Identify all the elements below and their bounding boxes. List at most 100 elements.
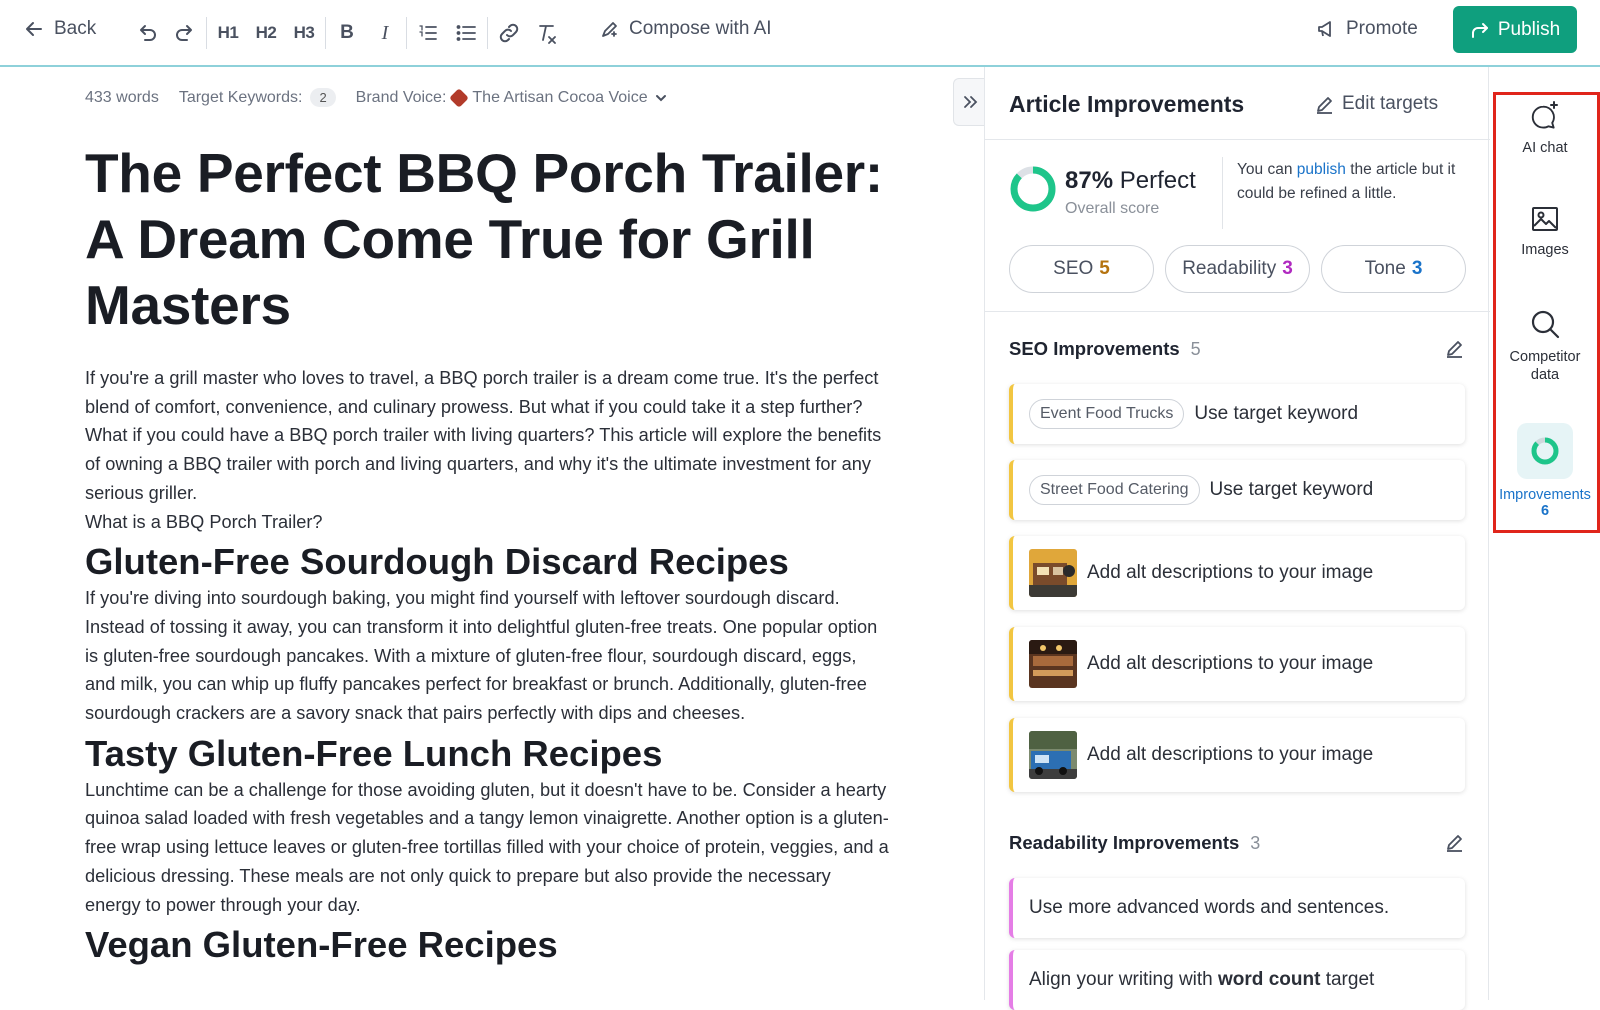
- overall-score: 87% Perfect: [1065, 167, 1196, 195]
- collapse-panel-button[interactable]: [953, 78, 985, 126]
- promote-label: Promote: [1346, 18, 1418, 39]
- seo-improvement-card[interactable]: Add alt descriptions to your image: [1009, 718, 1465, 792]
- rail-improvements[interactable]: Improvements 6: [1490, 423, 1600, 519]
- overall-score-value: 87%: [1065, 167, 1114, 194]
- target-keywords-count[interactable]: 2: [310, 88, 336, 107]
- image-thumbnail: [1029, 731, 1077, 779]
- clear-format-icon: [539, 25, 556, 44]
- article-editor[interactable]: The Perfect BBQ Porch Trailer: A Dream C…: [85, 140, 890, 967]
- link-icon: [499, 23, 519, 43]
- brand-voice-selector[interactable]: Brand Voice: The Artisan Cocoa Voice: [355, 87, 668, 108]
- score-message-pre: You can: [1237, 161, 1297, 178]
- promote-button[interactable]: Promote: [1316, 18, 1418, 40]
- progress-ring-icon: [1531, 437, 1559, 465]
- rail-improvements-count: 6: [1540, 503, 1550, 519]
- bullet-list-button[interactable]: [447, 16, 485, 50]
- publish-button[interactable]: Publish: [1453, 6, 1577, 53]
- formatting-group: H1 H2 H3 B I: [128, 16, 566, 50]
- seo-improvement-card[interactable]: Street Food Catering Use target keyword: [1009, 460, 1465, 520]
- pill-seo[interactable]: SEO 5: [1009, 245, 1154, 293]
- pill-count: 3: [1282, 258, 1293, 279]
- seo-improvement-card[interactable]: Add alt descriptions to your image: [1009, 627, 1465, 701]
- seo-edit-button[interactable]: [1445, 339, 1464, 363]
- target-keywords-label[interactable]: Target Keywords:: [179, 89, 303, 107]
- heading3-label: H3: [293, 23, 315, 42]
- pill-count: 5: [1099, 258, 1110, 279]
- ordered-list-button[interactable]: [409, 16, 447, 50]
- readability-edit-button[interactable]: [1445, 833, 1464, 857]
- heading1-button[interactable]: H1: [209, 16, 247, 50]
- brand-voice-label: Brand Voice:: [355, 88, 447, 106]
- readability-section-count: 3: [1250, 833, 1261, 853]
- back-label: Back: [54, 18, 97, 39]
- rail-competitor-data[interactable]: Competitor data: [1490, 308, 1600, 384]
- double-chevron-right-icon: [963, 96, 977, 108]
- overall-score-label: Overall score: [1065, 200, 1160, 217]
- improvement-text: Align your writing with word count targe…: [1029, 969, 1374, 991]
- section-heading[interactable]: Tasty Gluten-Free Lunch Recipes: [85, 732, 890, 776]
- ai-chat-icon: [1531, 101, 1558, 129]
- compose-label: Compose with AI: [629, 18, 772, 39]
- magic-pen-icon: [602, 22, 617, 37]
- improvement-text: Add alt descriptions to your image: [1087, 562, 1374, 583]
- publish-link[interactable]: publish: [1297, 161, 1346, 178]
- seo-improvement-card[interactable]: Add alt descriptions to your image: [1009, 536, 1465, 610]
- image-icon: [1532, 207, 1558, 231]
- article-intro[interactable]: If you're a grill master who loves to tr…: [85, 364, 890, 508]
- compose-with-ai-button[interactable]: Compose with AI: [600, 18, 772, 40]
- share-arrow-icon: [1471, 22, 1488, 38]
- improvements-panel: Article Improvements Edit targets 87% Pe…: [984, 67, 1490, 1010]
- readability-improvement-card[interactable]: Align your writing with word count targe…: [1009, 950, 1465, 1010]
- bold-label: B: [340, 22, 354, 43]
- heading2-button[interactable]: H2: [247, 16, 285, 50]
- editor-toolbar: Back H1 H2 H3 B I Compose with AI Promot…: [0, 0, 1600, 67]
- article-title[interactable]: The Perfect BBQ Porch Trailer: A Dream C…: [85, 140, 890, 338]
- undo-button[interactable]: [128, 16, 166, 50]
- improvement-text-pre: Align your writing with: [1029, 969, 1219, 990]
- section-paragraph[interactable]: If you're diving into sourdough baking, …: [85, 584, 890, 728]
- improvement-text-post: target: [1320, 969, 1375, 990]
- divider: [985, 139, 1490, 140]
- rail-images[interactable]: Images: [1490, 204, 1600, 258]
- seo-improvement-card[interactable]: Event Food Trucks Use target keyword: [1009, 384, 1465, 444]
- brand-voice-value: The Artisan Cocoa Voice: [472, 88, 648, 106]
- pencil-icon: [1447, 341, 1462, 358]
- document-meta: 433 words Target Keywords: 2 Brand Voice…: [85, 87, 668, 108]
- heading3-button[interactable]: H3: [285, 16, 323, 50]
- section-heading[interactable]: Vegan Gluten-Free Recipes: [85, 923, 890, 967]
- pill-tone[interactable]: Tone 3: [1321, 245, 1466, 293]
- keyword-tag: Street Food Catering: [1029, 475, 1200, 505]
- rail-images-label: Images: [1521, 242, 1569, 258]
- article-intro-question[interactable]: What is a BBQ Porch Trailer?: [85, 508, 890, 537]
- readability-section-title: Readability Improvements: [1009, 832, 1240, 853]
- toolbar-divider: [206, 17, 207, 49]
- divider: [985, 311, 1490, 312]
- clear-format-button[interactable]: [528, 16, 566, 50]
- edit-targets-label: Edit targets: [1342, 93, 1439, 114]
- undo-icon: [140, 25, 156, 41]
- image-thumbnail: [1029, 549, 1077, 597]
- section-paragraph[interactable]: Lunchtime can be a challenge for those a…: [85, 776, 890, 920]
- italic-button[interactable]: I: [366, 16, 404, 50]
- pill-label: Tone: [1364, 258, 1406, 279]
- bold-button[interactable]: B: [328, 16, 366, 50]
- score-ring: [1010, 166, 1056, 212]
- section-heading[interactable]: Gluten-Free Sourdough Discard Recipes: [85, 540, 890, 584]
- divider: [1222, 157, 1223, 229]
- italic-label: I: [381, 21, 389, 44]
- seo-section-header: SEO Improvements 5: [1009, 338, 1201, 360]
- readability-section-header: Readability Improvements 3: [1009, 832, 1260, 854]
- word-count: 433 words: [85, 88, 159, 106]
- bullet-list-icon: [456, 25, 476, 41]
- readability-improvement-card[interactable]: Use more advanced words and sentences.: [1009, 878, 1465, 938]
- redo-button[interactable]: [166, 16, 204, 50]
- link-button[interactable]: [490, 16, 528, 50]
- pill-label: Readability: [1182, 258, 1277, 279]
- back-button[interactable]: Back: [24, 18, 96, 40]
- improvements-active-bg: [1517, 423, 1573, 479]
- ordered-list-icon: [419, 25, 437, 40]
- pill-readability[interactable]: Readability 3: [1165, 245, 1310, 293]
- edit-targets-button[interactable]: Edit targets: [1315, 93, 1438, 115]
- rail-ai-chat[interactable]: AI chat: [1490, 100, 1600, 156]
- seo-section-count: 5: [1190, 339, 1201, 359]
